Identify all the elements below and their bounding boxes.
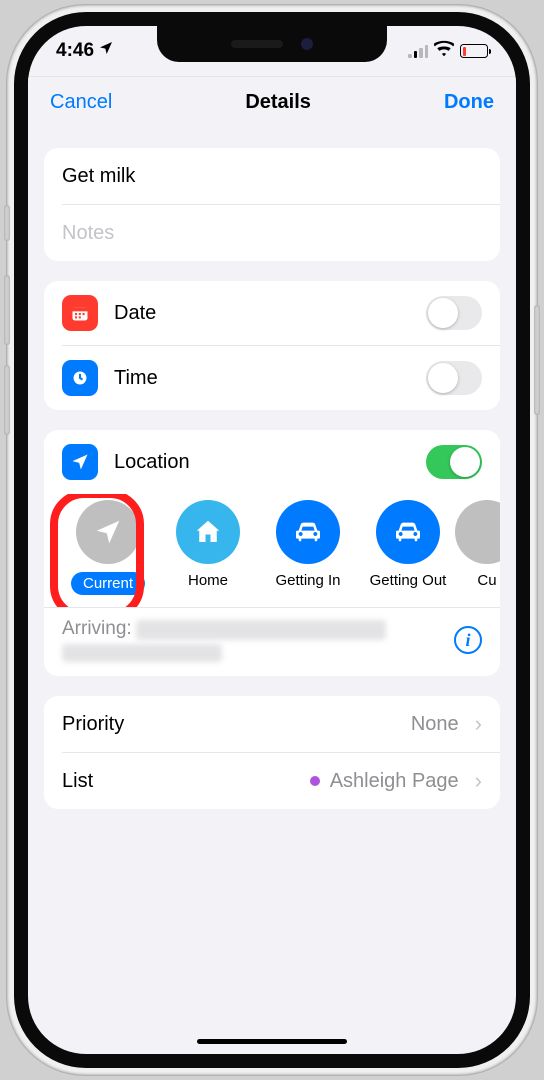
cell-signal-icon (408, 44, 428, 58)
car-icon (276, 500, 340, 564)
power-button (534, 305, 540, 415)
clock-icon (62, 360, 98, 396)
datetime-card: Date Time (44, 281, 500, 410)
time-row[interactable]: Time (44, 346, 500, 410)
date-label: Date (114, 302, 426, 325)
list-label: List (62, 770, 310, 793)
list-color-dot (310, 776, 320, 786)
location-option-home[interactable]: Home (162, 500, 254, 595)
chevron-right-icon: › (475, 768, 482, 794)
page-title: Details (245, 91, 311, 114)
location-option-getting-out[interactable]: Getting Out (362, 500, 454, 595)
title-field[interactable]: Get milk (44, 148, 500, 204)
title-card: Get milk Notes (44, 148, 500, 261)
location-option-custom[interactable]: Cu (462, 500, 500, 595)
location-arrow-icon (455, 500, 500, 564)
time-label: Time (114, 367, 426, 390)
list-value: Ashleigh Page (330, 770, 459, 793)
phone-frame: 4:46 Cancel Details Done (7, 5, 537, 1075)
notes-field[interactable]: Notes (44, 205, 500, 261)
notes-placeholder: Notes (62, 222, 114, 245)
list-row[interactable]: List Ashleigh Page › (44, 753, 500, 809)
arriving-row[interactable]: Arriving: i (44, 608, 500, 676)
location-label: Location (114, 451, 426, 474)
volume-up-button (4, 275, 10, 345)
arriving-address-redacted (136, 620, 386, 640)
location-option-label: Cu (477, 572, 496, 589)
mute-switch (4, 205, 10, 241)
info-icon[interactable]: i (454, 626, 482, 654)
location-services-icon (98, 40, 114, 62)
cancel-button[interactable]: Cancel (50, 91, 112, 114)
date-row[interactable]: Date (44, 281, 500, 345)
location-icon (62, 444, 98, 480)
arriving-address-redacted-2 (62, 644, 222, 662)
content-scroll[interactable]: Get milk Notes Date (28, 128, 516, 1054)
location-row[interactable]: Location (44, 430, 500, 494)
chevron-right-icon: › (475, 711, 482, 737)
location-card: Location Current (44, 430, 500, 676)
done-button[interactable]: Done (444, 91, 494, 114)
volume-down-button (4, 365, 10, 435)
location-options-scroll[interactable]: Current Home Getting In (44, 494, 500, 607)
location-option-label: Getting Out (370, 572, 447, 589)
calendar-icon (62, 295, 98, 331)
location-option-label: Getting In (275, 572, 340, 589)
car-icon (376, 500, 440, 564)
priority-label: Priority (62, 713, 411, 736)
location-toggle[interactable] (426, 445, 482, 479)
reminder-title: Get milk (62, 165, 135, 188)
meta-card: Priority None › List Ashleigh Page › (44, 696, 500, 809)
wifi-icon (434, 40, 454, 62)
location-arrow-icon (76, 500, 140, 564)
time-toggle[interactable] (426, 361, 482, 395)
battery-icon (460, 44, 488, 58)
priority-row[interactable]: Priority None › (44, 696, 500, 752)
priority-value: None (411, 713, 459, 736)
location-option-label: Current (71, 572, 145, 595)
notch (157, 26, 387, 62)
location-option-label: Home (188, 572, 228, 589)
nav-bar: Cancel Details Done (28, 76, 516, 128)
location-option-getting-in[interactable]: Getting In (262, 500, 354, 595)
date-toggle[interactable] (426, 296, 482, 330)
house-icon (176, 500, 240, 564)
location-option-current[interactable]: Current (62, 500, 154, 595)
status-time: 4:46 (56, 40, 94, 62)
arriving-label: Arriving: (62, 618, 132, 639)
home-indicator[interactable] (197, 1039, 347, 1044)
